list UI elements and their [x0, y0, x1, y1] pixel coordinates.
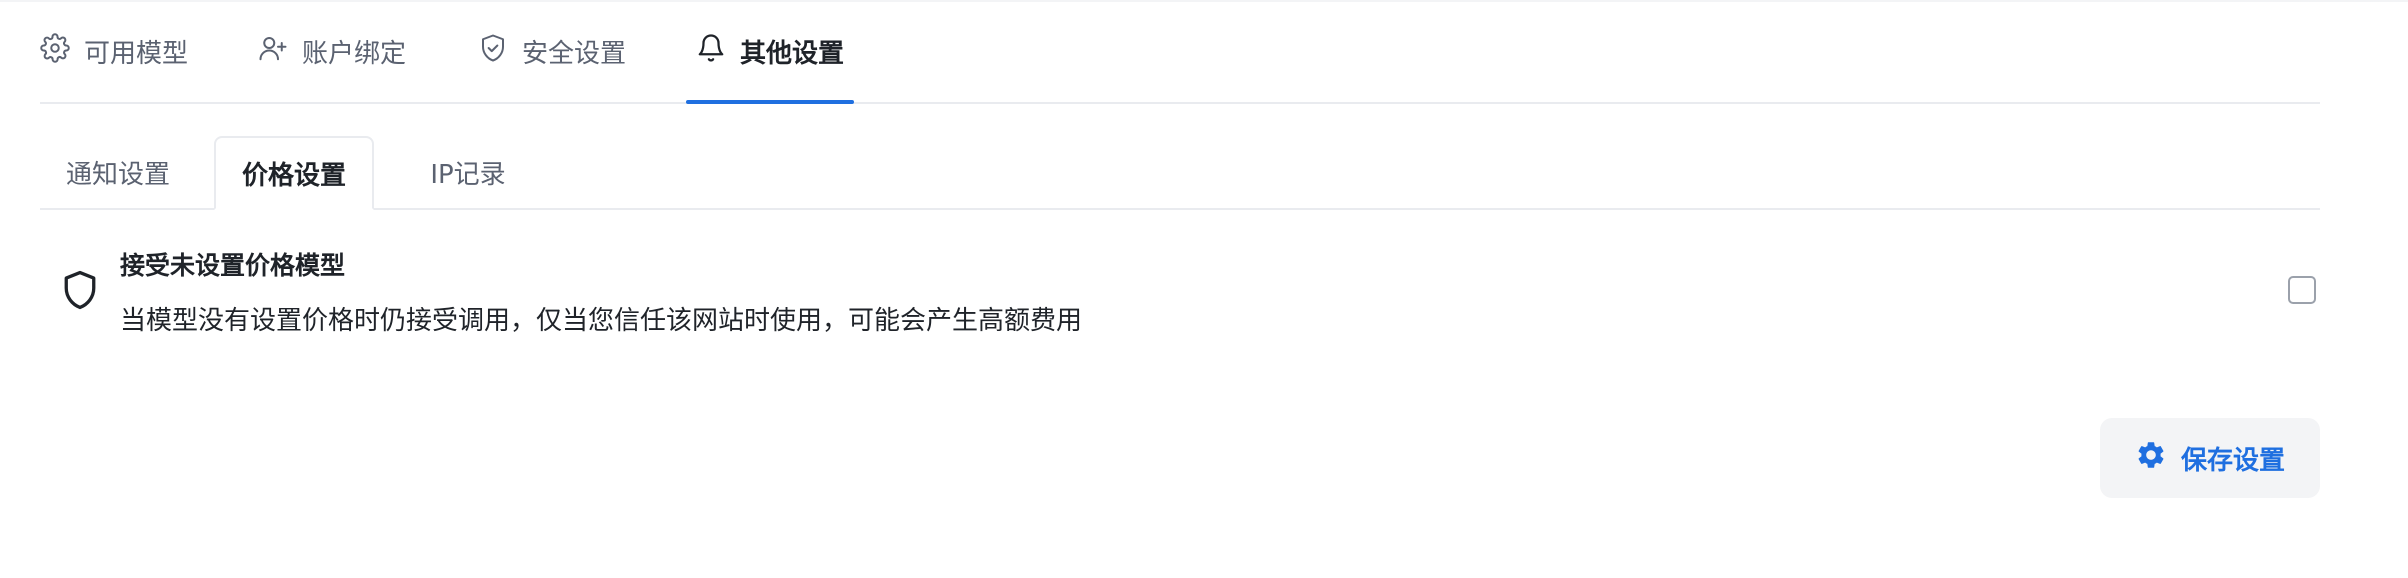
tab-label: 其他设置	[740, 38, 845, 69]
subtab-notification-settings[interactable]: 通知设置	[40, 136, 196, 208]
tab-label: 可用模型	[84, 38, 189, 69]
tab-other-settings[interactable]: 其他设置	[685, 0, 855, 104]
subtab-ip-records[interactable]: IP记录	[390, 136, 546, 208]
top-tab-bar: 可用模型 账户绑定 安全设置 其他设置	[40, 0, 2320, 104]
setting-description: 当模型没有设置价格时仍接受调用，仅当您信任该网站时使用，可能会产生高额费用	[120, 306, 1083, 336]
tab-account-binding[interactable]: 账户绑定	[258, 0, 406, 102]
bell-icon	[696, 33, 726, 70]
save-button-label: 保存设置	[2180, 445, 2285, 476]
sub-tab-bar: 通知设置 价格设置 IP记录	[40, 136, 2320, 210]
tab-available-models[interactable]: 可用模型	[40, 0, 188, 102]
setting-row-accept-unpriced-models: 接受未设置价格模型 当模型没有设置价格时仍接受调用，仅当您信任该网站时使用，可能…	[40, 226, 2320, 356]
shield-icon	[58, 268, 102, 312]
gear-icon	[2135, 439, 2167, 478]
shield-check-icon	[478, 33, 508, 70]
settings-page: 可用模型 账户绑定 安全设置 其他设置 通知设置 价格设置 IP记录 接受未设置…	[0, 0, 2408, 578]
subtab-price-settings[interactable]: 价格设置	[214, 136, 374, 210]
save-settings-button[interactable]: 保存设置	[2100, 418, 2320, 498]
subtab-label: IP记录	[430, 159, 506, 190]
accept-unpriced-models-checkbox[interactable]	[2288, 276, 2316, 304]
tab-security-settings[interactable]: 安全设置	[478, 0, 626, 102]
tab-label: 安全设置	[522, 38, 627, 69]
user-plus-icon	[258, 33, 288, 70]
setting-title: 接受未设置价格模型	[120, 251, 346, 280]
subtab-label: 价格设置	[241, 160, 346, 191]
tab-label: 账户绑定	[302, 38, 407, 69]
subtab-label: 通知设置	[65, 159, 170, 190]
gear-icon	[40, 32, 70, 70]
